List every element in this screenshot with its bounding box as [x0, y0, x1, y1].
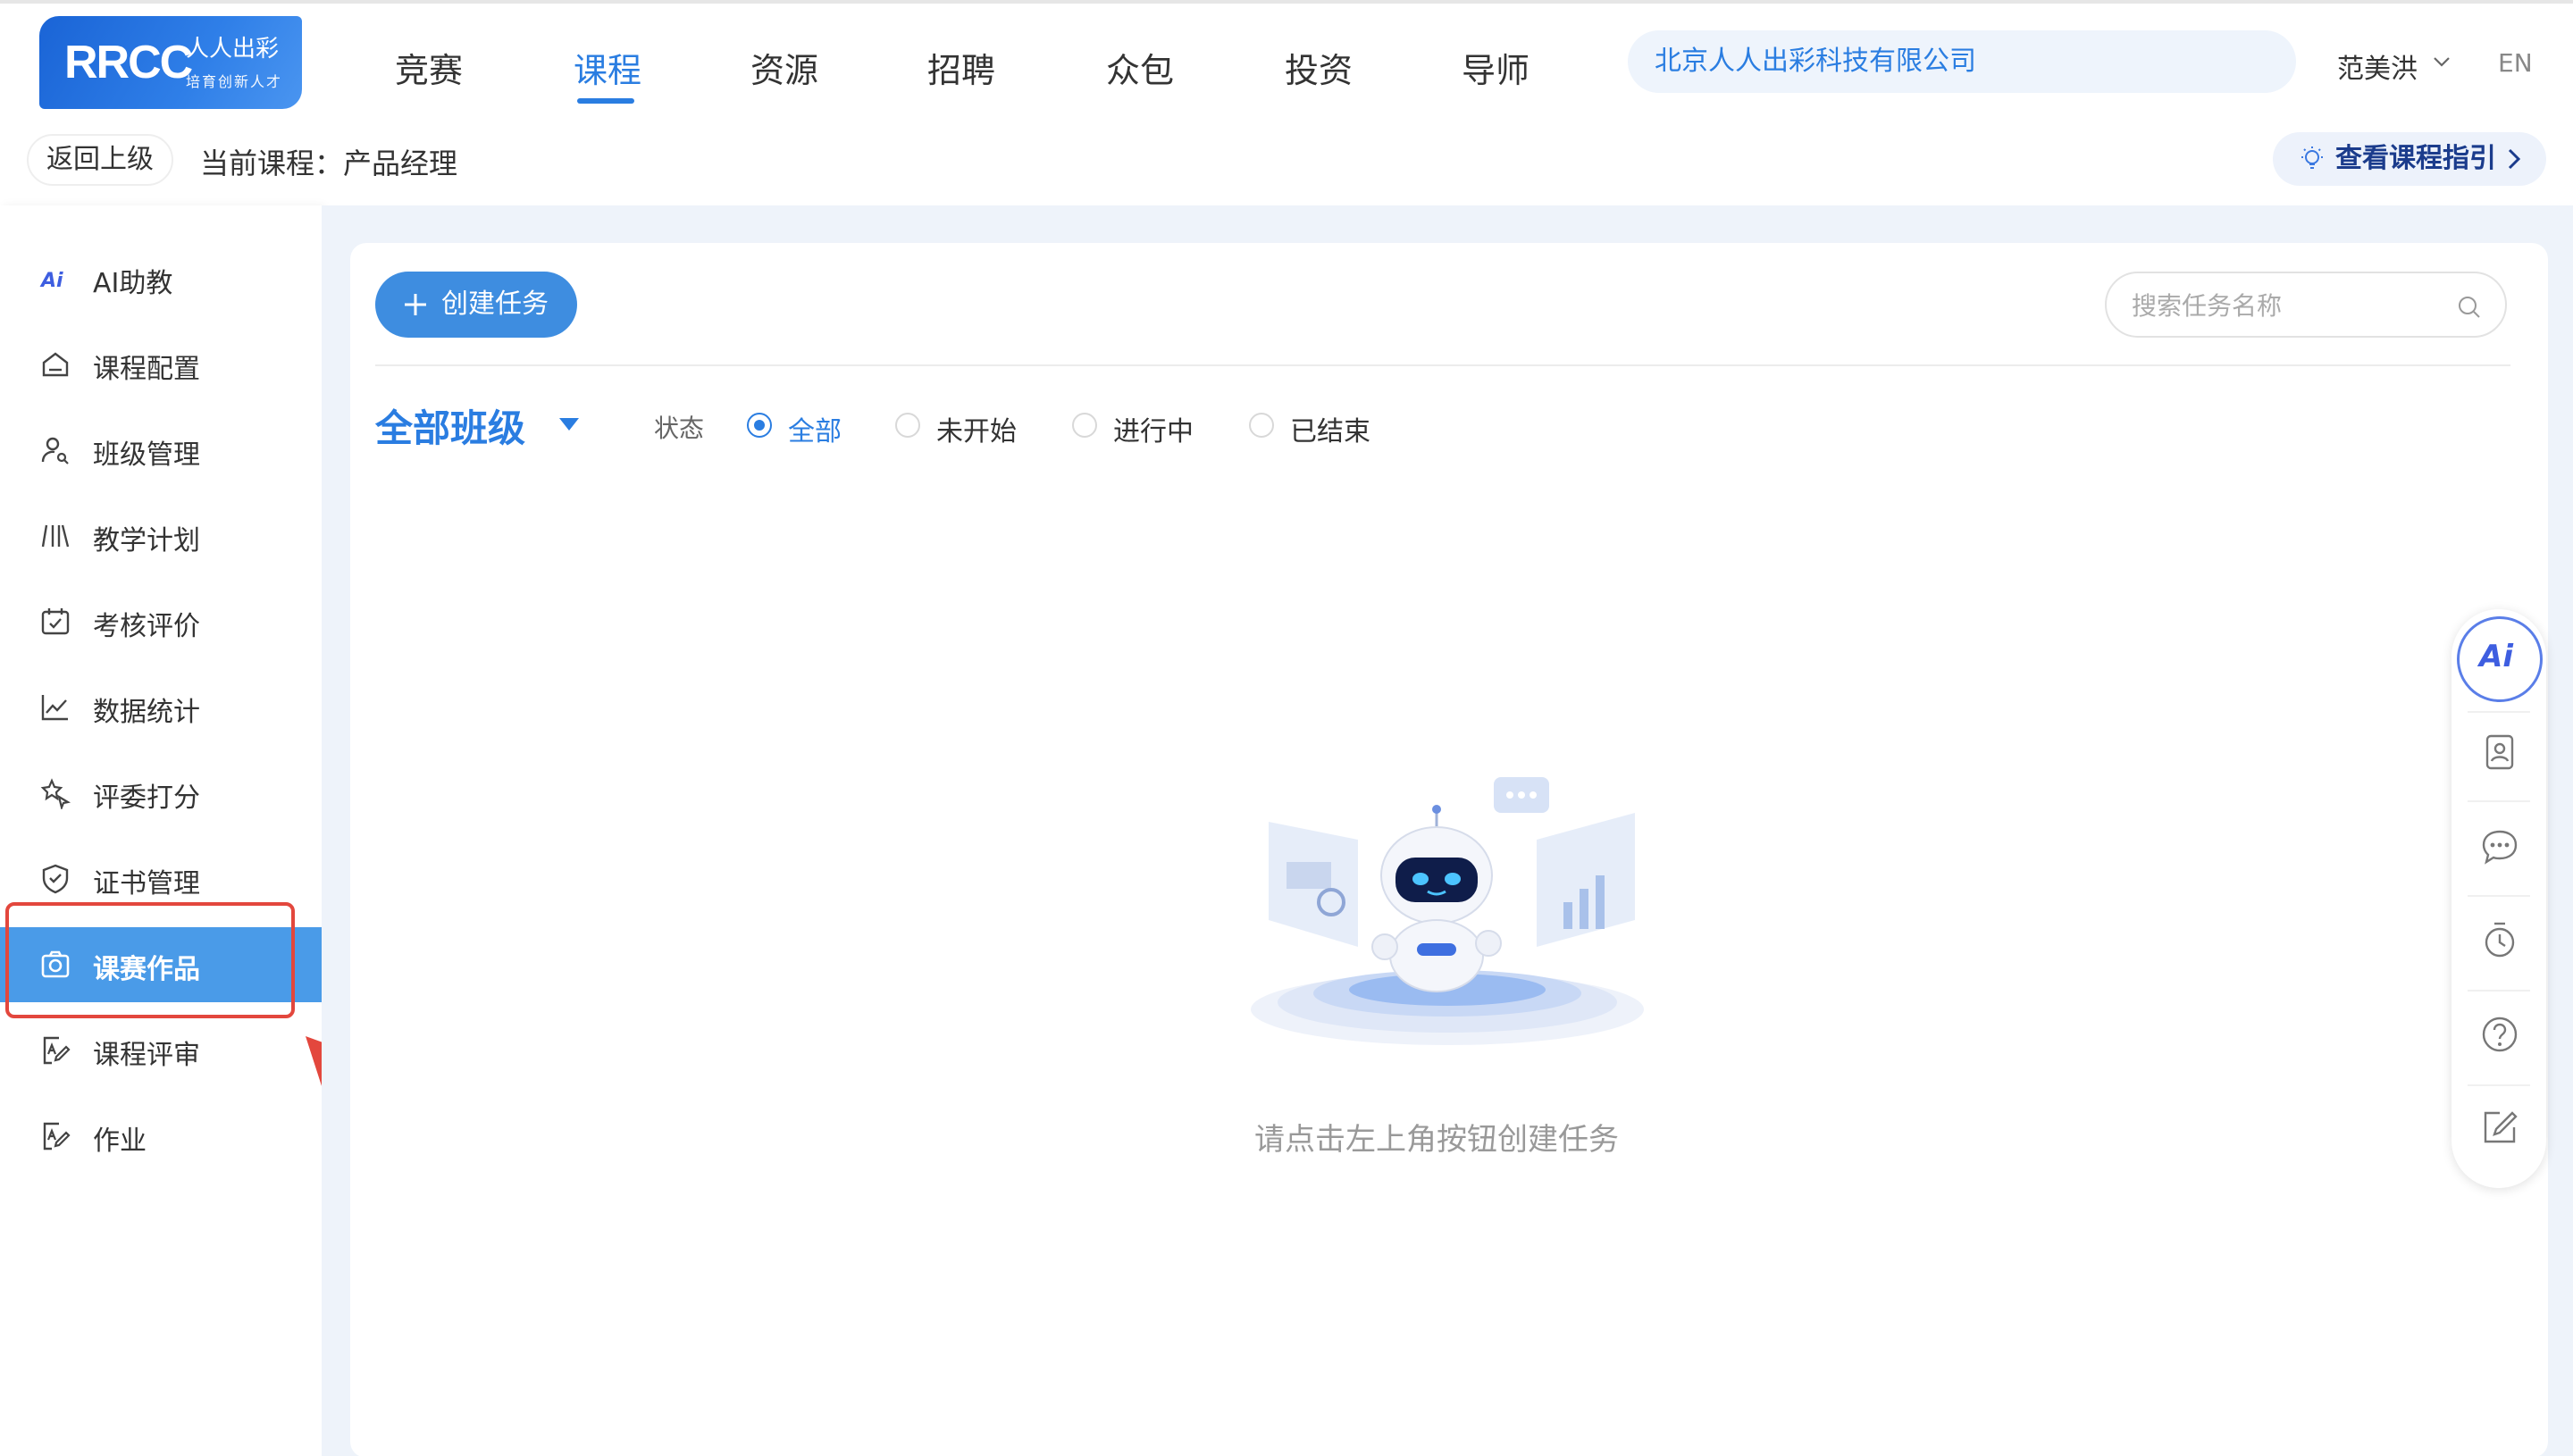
- status-option-in-progress[interactable]: 进行中: [1072, 409, 1194, 448]
- sidebar-item-label: 数据统计: [93, 697, 200, 728]
- edit-icon[interactable]: [2480, 1108, 2519, 1147]
- status-option-label: 进行中: [1113, 416, 1194, 448]
- nav-item-mentor[interactable]: 导师: [1462, 43, 1530, 92]
- status-option-all[interactable]: 全部: [747, 409, 842, 448]
- ai-assistant-label: Ai: [2479, 639, 2513, 674]
- brand-mark: RRCC: [64, 37, 193, 88]
- star-cursor-icon: [40, 778, 71, 809]
- nav-item-crowdsourcing[interactable]: 众包: [1106, 43, 1174, 92]
- sidebar-item-teaching-plan[interactable]: 教学计划: [0, 498, 322, 573]
- search-icon[interactable]: [2457, 295, 2482, 320]
- language-switch[interactable]: EN: [2498, 48, 2533, 78]
- brand-logo[interactable]: RRCC 人人出彩 培育创新人才: [39, 16, 302, 109]
- sidebar-item-course-config[interactable]: 课程配置: [0, 327, 322, 402]
- toolbar-divider: [375, 364, 2510, 366]
- toolbar-separator: [2468, 800, 2530, 802]
- status-option-ended[interactable]: 已结束: [1249, 409, 1370, 448]
- plus-icon: [405, 294, 426, 315]
- calendar-check-icon: [41, 608, 70, 635]
- chat-icon[interactable]: [2480, 827, 2519, 866]
- nav-item-competition[interactable]: 竞赛: [395, 43, 463, 92]
- books-icon: [41, 524, 70, 548]
- back-button[interactable]: 返回上级: [27, 134, 173, 186]
- chevron-down-icon[interactable]: [2432, 52, 2451, 71]
- lightbulb-icon: [2301, 146, 2323, 169]
- status-option-label: 已结束: [1290, 416, 1370, 448]
- current-course-title: 当前课程：产品经理: [200, 146, 458, 180]
- sub-header: 返回上级 当前课程：产品经理 查看课程指引: [0, 125, 2573, 205]
- nav-active-indicator: [577, 98, 634, 104]
- status-option-label: 全部: [788, 416, 842, 448]
- radio-indicator: [1072, 413, 1097, 438]
- sidebar-item-ai-assistant[interactable]: Ai AI助教: [0, 241, 322, 316]
- empty-state-robot-illustration: [1251, 777, 1644, 1045]
- contact-card-icon[interactable]: [2480, 732, 2519, 772]
- toolbar-separator: [2468, 1084, 2530, 1086]
- sidebar-item-label: 作业: [93, 1125, 147, 1157]
- sidebar-item-label: 证书管理: [93, 868, 200, 900]
- line-chart-icon: [41, 695, 68, 721]
- sidebar-item-label: 课程配置: [93, 354, 200, 385]
- empty-state-message: 请点击左上角按钮创建任务: [1254, 1122, 1619, 1158]
- course-guide-label: 查看课程指引: [2335, 143, 2496, 174]
- sidebar: Ai AI助教 课程配置 班级管理 教学计划 考核评价 数据统计 评委打分 证书…: [0, 205, 322, 1456]
- svg-text:Ai: Ai: [39, 270, 63, 292]
- radio-indicator: [895, 413, 920, 438]
- sidebar-item-label: 考核评价: [93, 611, 200, 642]
- sidebar-item-label: AI助教: [93, 268, 173, 299]
- toolbar-separator: [2468, 711, 2530, 713]
- sidebar-item-label: 教学计划: [93, 525, 200, 556]
- status-option-label: 未开始: [936, 416, 1017, 448]
- sidebar-item-label: 班级管理: [93, 439, 200, 471]
- radio-indicator: [1249, 413, 1274, 438]
- sidebar-item-label: 评委打分: [93, 782, 200, 814]
- sidebar-item-homework[interactable]: 作业: [0, 1099, 322, 1174]
- create-task-label: 创建任务: [441, 289, 549, 320]
- caret-down-icon[interactable]: [557, 416, 581, 432]
- create-task-button[interactable]: 创建任务: [375, 272, 577, 338]
- shield-check-icon: [42, 864, 69, 894]
- nav-item-recruitment[interactable]: 招聘: [927, 43, 995, 92]
- home-icon: [42, 352, 69, 377]
- annotation-highlight-box: [5, 902, 295, 1018]
- search-input[interactable]: [2132, 286, 2444, 325]
- top-navigation: RRCC 人人出彩 培育创新人才 竞赛 课程 资源 招聘 众包 投资 导师 北京…: [0, 0, 2573, 125]
- course-guide-button[interactable]: 查看课程指引: [2273, 132, 2546, 186]
- ai-icon: Ai: [39, 270, 63, 292]
- radio-indicator: [747, 413, 772, 438]
- nav-item-course[interactable]: 课程: [574, 43, 641, 92]
- toolbar-separator: [2468, 990, 2530, 992]
- chevron-right-icon: [2508, 148, 2521, 170]
- sidebar-item-assessment[interactable]: 考核评价: [0, 584, 322, 659]
- brand-tagline: 培育创新人才: [186, 73, 283, 90]
- doc-edit-icon: [43, 1122, 71, 1151]
- sidebar-item-course-review[interactable]: 课程评审: [0, 1013, 322, 1088]
- organization-selector[interactable]: 北京人人出彩科技有限公司: [1628, 30, 2296, 93]
- status-option-not-started[interactable]: 未开始: [895, 409, 1017, 448]
- nav-item-investment[interactable]: 投资: [1285, 43, 1353, 92]
- sidebar-item-judge-scoring[interactable]: 评委打分: [0, 756, 322, 831]
- brand-name: 人人出彩: [186, 36, 280, 63]
- sidebar-item-label: 课程评审: [93, 1040, 200, 1071]
- toolbar-separator: [2468, 895, 2530, 897]
- ai-assistant-button[interactable]: Ai: [2457, 616, 2543, 702]
- timer-icon[interactable]: [2480, 920, 2519, 959]
- sidebar-item-class-management[interactable]: 班级管理: [0, 413, 322, 488]
- sidebar-item-data-statistics[interactable]: 数据统计: [0, 670, 322, 745]
- nav-item-resources[interactable]: 资源: [750, 43, 818, 92]
- class-selector[interactable]: 全部班级: [375, 398, 525, 453]
- user-search-icon: [41, 437, 69, 464]
- doc-edit-icon: [43, 1036, 71, 1065]
- task-search[interactable]: [2105, 272, 2507, 338]
- status-filter-label: 状态: [654, 414, 705, 443]
- user-name[interactable]: 范美洪: [2337, 46, 2418, 86]
- help-icon[interactable]: [2480, 1015, 2519, 1054]
